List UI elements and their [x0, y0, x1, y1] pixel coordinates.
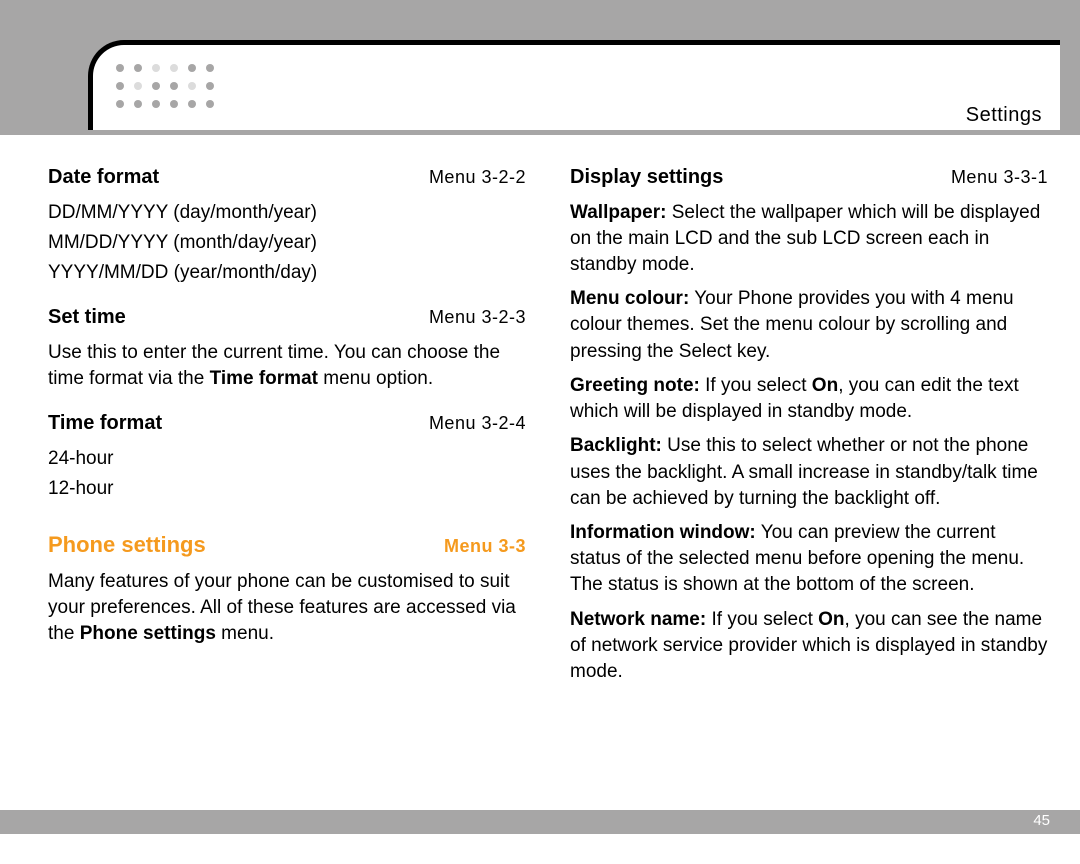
item-text: If you select	[700, 375, 812, 396]
set-time-body: Use this to enter the current time. You …	[48, 340, 526, 392]
heading-title: Set time	[48, 304, 126, 332]
date-format-options: DD/MM/YYYY (day/month/year) MM/DD/YYYY (…	[48, 200, 526, 287]
footer-band	[0, 810, 1080, 834]
item-bold: On	[818, 609, 844, 630]
heading-menu-path: Menu 3-2-3	[429, 305, 526, 330]
page-corner-tab	[88, 40, 1060, 132]
decorative-dot-grid	[112, 60, 218, 112]
heading-title: Phone settings	[48, 530, 206, 560]
heading-title: Display settings	[570, 164, 723, 192]
list-item: YYYY/MM/DD (year/month/day)	[48, 260, 526, 286]
body-text: menu.	[216, 623, 274, 644]
item-label: Greeting note:	[570, 375, 700, 396]
item-menu-colour: Menu colour: Your Phone provides you wit…	[570, 286, 1048, 365]
item-backlight: Backlight: Use this to select whether or…	[570, 433, 1048, 512]
item-label: Menu colour:	[570, 288, 689, 309]
item-greeting-note: Greeting note: If you select On, you can…	[570, 373, 1048, 425]
list-item: 24-hour	[48, 446, 526, 472]
heading-menu-path: Menu 3-3	[444, 534, 526, 559]
list-item: MM/DD/YYYY (month/day/year)	[48, 230, 526, 256]
item-wallpaper: Wallpaper: Select the wallpaper which wi…	[570, 200, 1048, 279]
item-information-window: Information window: You can preview the …	[570, 520, 1048, 599]
heading-menu-path: Menu 3-3-1	[951, 165, 1048, 190]
heading-title: Time format	[48, 410, 162, 438]
item-text: If you select	[706, 609, 818, 630]
time-format-options: 24-hour 12-hour	[48, 446, 526, 502]
page-number: 45	[1033, 812, 1050, 829]
heading-menu-path: Menu 3-2-4	[429, 411, 526, 436]
body-text: menu option.	[318, 368, 433, 389]
body-bold: Phone settings	[80, 623, 216, 644]
item-network-name: Network name: If you select On, you can …	[570, 607, 1048, 686]
heading-set-time: Set time Menu 3-2-3	[48, 304, 526, 332]
phone-settings-body: Many features of your phone can be custo…	[48, 569, 526, 648]
body-bold: Time format	[210, 368, 318, 389]
heading-title: Date format	[48, 164, 159, 192]
heading-time-format: Time format Menu 3-2-4	[48, 410, 526, 438]
item-label: Wallpaper:	[570, 202, 666, 223]
right-column: Display settings Menu 3-3-1 Wallpaper: S…	[570, 164, 1048, 685]
list-item: 12-hour	[48, 476, 526, 502]
heading-menu-path: Menu 3-2-2	[429, 165, 526, 190]
item-label: Information window:	[570, 522, 756, 543]
left-column: Date format Menu 3-2-2 DD/MM/YYYY (day/m…	[48, 164, 526, 685]
heading-phone-settings: Phone settings Menu 3-3	[48, 530, 526, 560]
page-content: Date format Menu 3-2-2 DD/MM/YYYY (day/m…	[48, 164, 1048, 685]
list-item: DD/MM/YYYY (day/month/year)	[48, 200, 526, 226]
section-breadcrumb: Settings	[966, 104, 1042, 127]
heading-display-settings: Display settings Menu 3-3-1	[570, 164, 1048, 192]
item-label: Network name:	[570, 609, 706, 630]
item-bold: On	[812, 375, 838, 396]
item-label: Backlight:	[570, 435, 662, 456]
heading-date-format: Date format Menu 3-2-2	[48, 164, 526, 192]
header-rule	[0, 130, 1080, 135]
